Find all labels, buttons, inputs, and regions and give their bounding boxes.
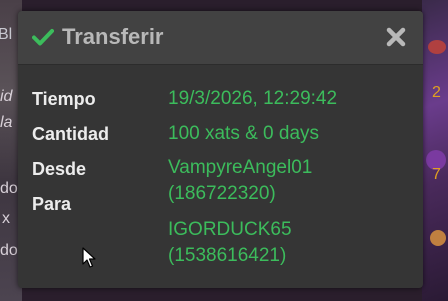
- value-desde-name: VampyreAngel01: [168, 157, 313, 178]
- background-text: x: [2, 210, 10, 227]
- background-text: do: [0, 180, 18, 197]
- label-para: Para: [32, 194, 72, 214]
- background-avatar: [430, 230, 446, 246]
- background-text: 7: [432, 166, 441, 183]
- mouse-cursor-icon: [82, 247, 96, 269]
- transfer-dialog: Transferir Tiempo 19/3/2026, 12:29:42 Ca…: [18, 11, 423, 288]
- background-text: la: [0, 114, 13, 131]
- check-icon: [32, 28, 54, 46]
- background-avatar: [428, 40, 446, 54]
- value-tiempo: 19/3/2026, 12:29:42: [168, 88, 338, 109]
- label-cantidad: Cantidad: [32, 124, 110, 144]
- background-text: Bl: [0, 26, 13, 43]
- close-icon: [386, 27, 406, 47]
- label-tiempo: Tiempo: [32, 89, 96, 109]
- background-text: 2: [432, 84, 441, 101]
- value-cantidad: 100 xats & 0 days: [168, 123, 320, 144]
- value-desde-id: (186722320): [168, 183, 276, 204]
- label-desde: Desde: [32, 159, 87, 179]
- dialog-header: Transferir: [18, 11, 423, 65]
- dialog-title: Transferir: [62, 24, 164, 49]
- value-para-name: IGORDUCK65: [168, 219, 292, 240]
- background-text: id: [0, 88, 13, 105]
- background-right-panel: [422, 0, 448, 301]
- value-para-id: (1538616421): [168, 245, 287, 266]
- close-button[interactable]: [385, 26, 407, 48]
- background-text: do: [0, 242, 18, 259]
